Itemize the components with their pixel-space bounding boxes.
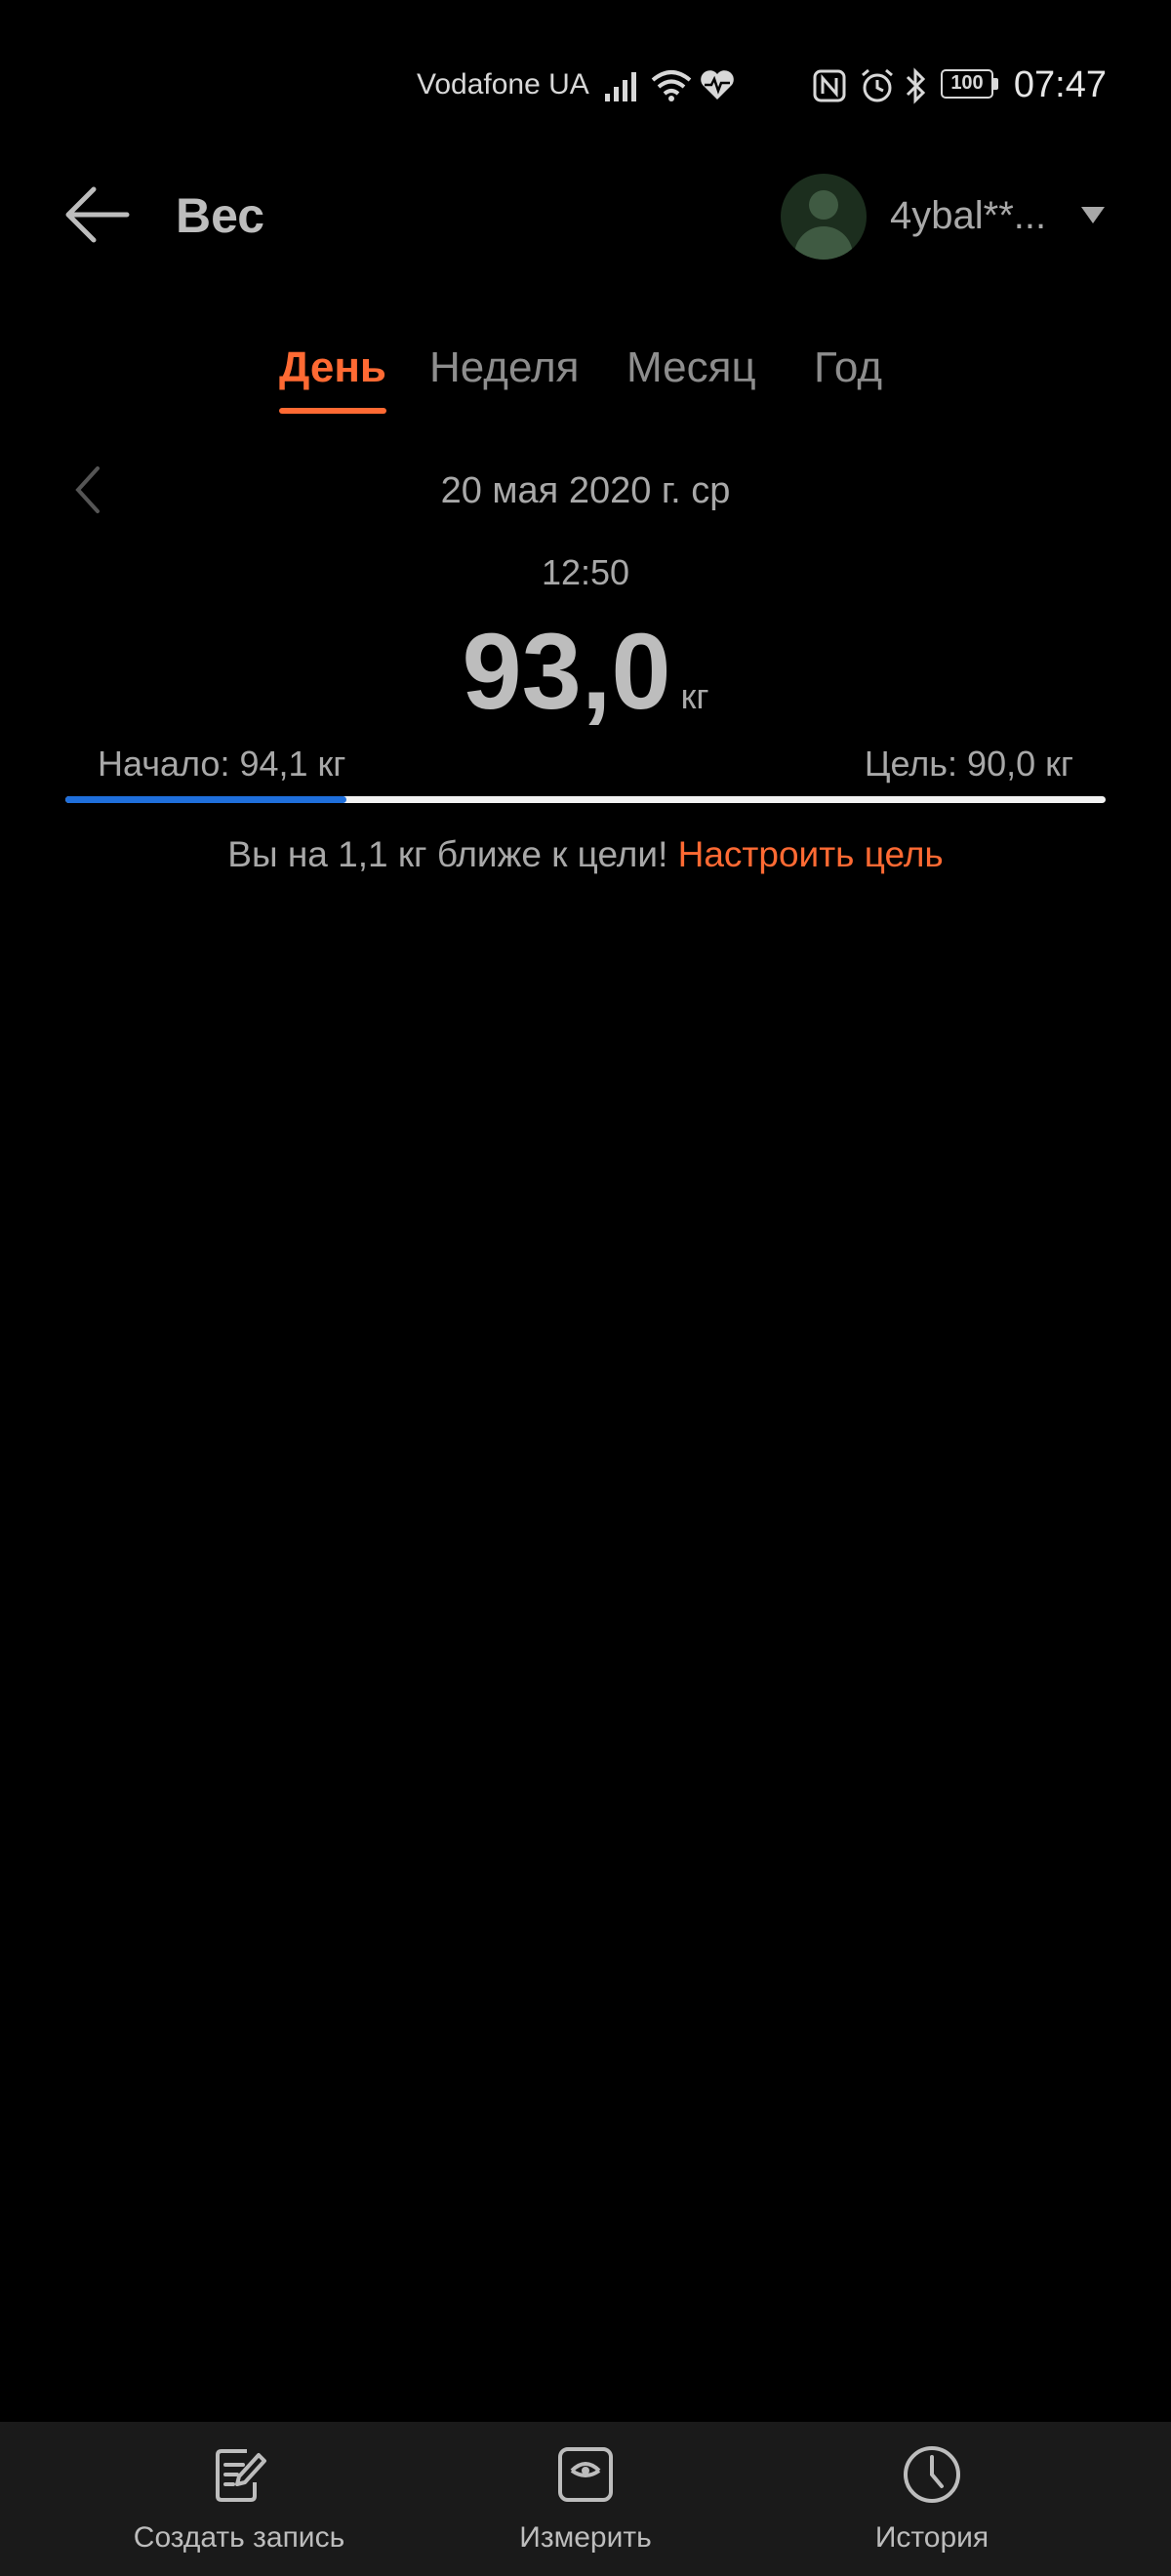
- wifi-icon: [651, 70, 692, 101]
- weight-reading: 93,0 кг: [0, 610, 1171, 734]
- page-title: Вес: [176, 188, 265, 243]
- reading-time: 12:50: [541, 552, 630, 592]
- scale-icon: [558, 2447, 613, 2502]
- status-bar: Vodafone UA 100 07:47: [0, 0, 1171, 171]
- measure-label: Измерить: [519, 2521, 652, 2554]
- account-selector[interactable]: 4ybal**...: [781, 171, 1112, 262]
- history-label: История: [874, 2521, 989, 2554]
- goal-weight-label: Цель: 90,0 кг: [864, 744, 1073, 784]
- carrier-name: Vodafone UA: [417, 68, 589, 101]
- date-label: 20 мая 2020 г. ср: [440, 470, 731, 511]
- battery-level: 100: [950, 72, 984, 94]
- create-entry-label: Создать запись: [133, 2521, 345, 2554]
- account-name: 4ybal**...: [890, 194, 1047, 237]
- progress-message-row: Вы на 1,1 кг ближе к цели! Настроить цел…: [0, 834, 1171, 875]
- tab-month[interactable]: Месяц: [626, 343, 756, 392]
- back-button[interactable]: [61, 176, 139, 254]
- weight-value: 93,0: [462, 612, 671, 732]
- arrow-left-icon: [65, 186, 130, 243]
- avatar: [781, 174, 867, 260]
- set-goal-link[interactable]: Настроить цель: [678, 834, 944, 874]
- alarm-icon: [862, 68, 893, 102]
- bottom-navigation: Создать запись Измерить История: [0, 2422, 1171, 2576]
- bluetooth-icon: [906, 67, 926, 104]
- goal-progress-fill: [65, 796, 346, 803]
- tab-week[interactable]: Неделя: [429, 343, 579, 392]
- start-weight-label: Начало: 94,1 кг: [98, 744, 346, 784]
- nfc-icon: [813, 69, 846, 102]
- battery-icon: 100: [941, 69, 999, 99]
- measure-button[interactable]: Измерить: [439, 2422, 732, 2576]
- goal-progress-bar: [65, 796, 1106, 803]
- edit-note-icon: [216, 2449, 266, 2502]
- progress-message: Вы на 1,1 кг ближе к цели!: [227, 834, 668, 874]
- tab-year[interactable]: Год: [814, 343, 882, 392]
- heart-rate-icon: [701, 70, 734, 100]
- chevron-down-icon: [1081, 207, 1105, 223]
- tab-day[interactable]: День: [279, 343, 386, 392]
- history-button[interactable]: История: [786, 2422, 1078, 2576]
- status-time: 07:47: [1013, 64, 1107, 105]
- clock-icon: [904, 2446, 960, 2503]
- signal-icon: [605, 72, 636, 101]
- weight-unit: кг: [680, 676, 709, 716]
- tab-active-indicator: [279, 408, 386, 414]
- create-entry-button[interactable]: Создать запись: [93, 2422, 385, 2576]
